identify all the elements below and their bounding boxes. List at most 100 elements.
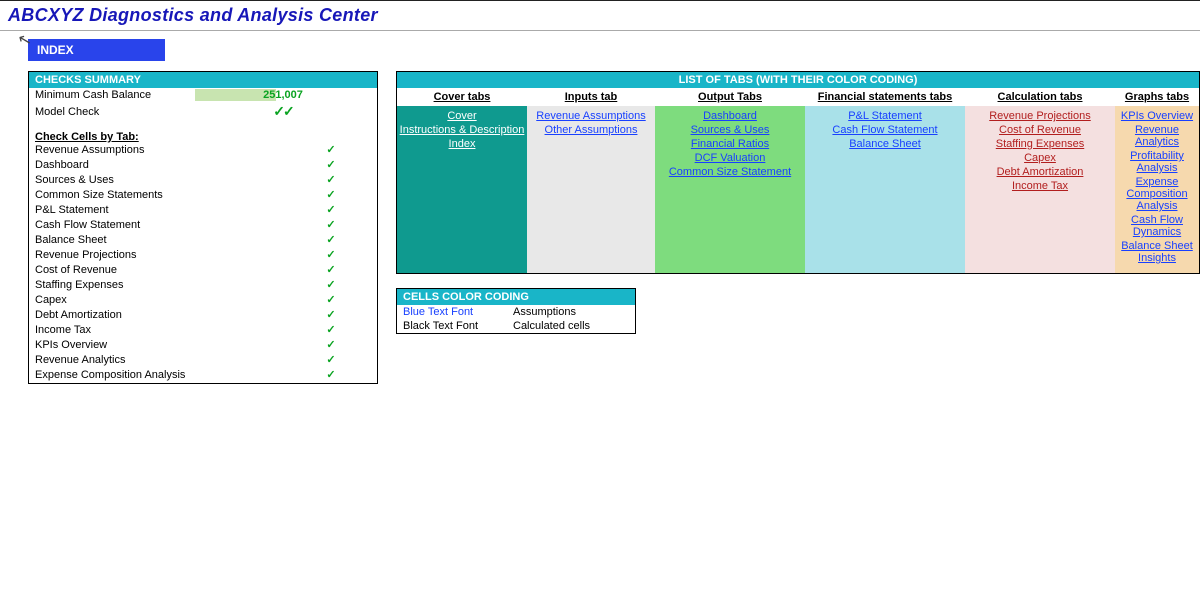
tabs-column-header: Output Tabs [655, 88, 805, 106]
check-ok-icon [291, 143, 371, 158]
tabs-column: CoverInstructions & DescriptionIndex [397, 106, 527, 273]
tab-link[interactable]: Balance Sheet Insights [1117, 239, 1197, 265]
check-row-label: Revenue Projections [35, 248, 291, 263]
color-coding-row: Black Text FontCalculated cells [397, 319, 635, 333]
tab-link[interactable]: Revenue Projections [967, 109, 1113, 123]
check-ok-icon [291, 218, 371, 233]
tab-link[interactable]: P&L Statement [807, 109, 963, 123]
check-row: Common Size Statements [29, 188, 377, 203]
check-ok-icon [291, 308, 371, 323]
check-row: Capex [29, 293, 377, 308]
check-row: Debt Amortization [29, 308, 377, 323]
check-row-label: P&L Statement [35, 203, 291, 218]
tab-link[interactable]: DCF Valuation [657, 151, 803, 165]
check-row: Revenue Assumptions [29, 143, 377, 158]
font-style-label: Black Text Font [403, 320, 513, 332]
tab-link[interactable]: Common Size Statement [657, 165, 803, 179]
check-ok-icon [291, 233, 371, 248]
tab-link[interactable]: Staffing Expenses [967, 137, 1113, 151]
tab-link[interactable]: Financial Ratios [657, 137, 803, 151]
font-style-meaning: Assumptions [513, 306, 576, 318]
check-cells-by-tab-heading: Check Cells by Tab: [29, 127, 377, 143]
check-row: Revenue Analytics [29, 353, 377, 368]
check-row-label: Revenue Assumptions [35, 143, 291, 158]
check-row: Revenue Projections [29, 248, 377, 263]
tabs-column: Revenue AssumptionsOther Assumptions [527, 106, 655, 273]
check-row-label: Staffing Expenses [35, 278, 291, 293]
tab-link[interactable]: Revenue Analytics [1117, 123, 1197, 149]
tabs-column-header: Cover tabs [397, 88, 527, 106]
tab-link[interactable]: Sources & Uses [657, 123, 803, 137]
tab-link[interactable]: Capex [967, 151, 1113, 165]
tab-link[interactable]: Income Tax [967, 179, 1113, 193]
check-row: Balance Sheet [29, 233, 377, 248]
tabs-column-header: Financial statements tabs [805, 88, 965, 106]
tabs-column-header: Inputs tab [527, 88, 655, 106]
check-ok-icon [291, 263, 371, 278]
check-ok-icon [291, 278, 371, 293]
tabs-column-header: Graphs tabs [1115, 88, 1199, 106]
check-row: Staffing Expenses [29, 278, 377, 293]
check-row-label: Capex [35, 293, 291, 308]
check-row-label: Dashboard [35, 158, 291, 173]
tabs-column: KPIs OverviewRevenue AnalyticsProfitabil… [1115, 106, 1199, 273]
tab-link[interactable]: Expense Composition Analysis [1117, 175, 1197, 213]
tab-link[interactable]: Index [399, 137, 525, 151]
tab-link[interactable]: KPIs Overview [1117, 109, 1197, 123]
page-title: ABCXYZ Diagnostics and Analysis Center [8, 5, 378, 25]
tabs-list-panel: LIST OF TABS (WITH THEIR COLOR CODING) C… [396, 71, 1200, 274]
min-cash-balance-value: 251,007 [195, 89, 371, 101]
tabs-column: P&L StatementCash Flow StatementBalance … [805, 106, 965, 273]
check-ok-icon [291, 353, 371, 368]
check-row: Expense Composition Analysis [29, 368, 377, 383]
check-row: Cost of Revenue [29, 263, 377, 278]
tab-link[interactable]: Cost of Revenue [967, 123, 1113, 137]
check-row-label: Balance Sheet [35, 233, 291, 248]
check-ok-icon [291, 368, 371, 383]
check-ok-icon [291, 248, 371, 263]
font-style-meaning: Calculated cells [513, 320, 590, 332]
tab-link[interactable]: Cash Flow Dynamics [1117, 213, 1197, 239]
model-check-label: Model Check [35, 106, 195, 118]
check-row: Cash Flow Statement [29, 218, 377, 233]
check-row-label: Sources & Uses [35, 173, 291, 188]
check-row-label: Cost of Revenue [35, 263, 291, 278]
check-row: Income Tax [29, 323, 377, 338]
tab-link[interactable]: Profitability Analysis [1117, 149, 1197, 175]
color-coding-row: Blue Text FontAssumptions [397, 305, 635, 319]
tab-link[interactable]: Cash Flow Statement [807, 123, 963, 137]
cells-color-coding-heading: CELLS COLOR CODING [397, 289, 635, 305]
check-ok-icon [291, 188, 371, 203]
tab-link[interactable]: Instructions & Description [399, 123, 525, 137]
index-section-header: INDEX [28, 39, 165, 61]
tab-link[interactable]: Balance Sheet [807, 137, 963, 151]
check-ok-icon [291, 173, 371, 188]
check-row-label: Income Tax [35, 323, 291, 338]
cells-color-coding-panel: CELLS COLOR CODING Blue Text FontAssumpt… [396, 288, 636, 334]
model-check-status-icon [195, 103, 371, 120]
font-style-label: Blue Text Font [403, 306, 513, 318]
check-row: Sources & Uses [29, 173, 377, 188]
check-row-label: Cash Flow Statement [35, 218, 291, 233]
check-row-label: Debt Amortization [35, 308, 291, 323]
tab-link[interactable]: Cover [399, 109, 525, 123]
tab-link[interactable]: Debt Amortization [967, 165, 1113, 179]
check-ok-icon [291, 203, 371, 218]
check-ok-icon [291, 293, 371, 308]
check-row: Dashboard [29, 158, 377, 173]
tabs-list-heading: LIST OF TABS (WITH THEIR COLOR CODING) [397, 72, 1199, 88]
tabs-column: Revenue ProjectionsCost of RevenueStaffi… [965, 106, 1115, 273]
check-row: KPIs Overview [29, 338, 377, 353]
tabs-column: DashboardSources & UsesFinancial RatiosD… [655, 106, 805, 273]
tab-link[interactable]: Revenue Assumptions [529, 109, 653, 123]
checks-summary-panel: CHECKS SUMMARY Minimum Cash Balance 251,… [28, 71, 378, 384]
check-ok-icon [291, 338, 371, 353]
check-row-label: Revenue Analytics [35, 353, 291, 368]
check-row-label: Expense Composition Analysis [35, 368, 291, 383]
tab-link[interactable]: Dashboard [657, 109, 803, 123]
check-row-label: KPIs Overview [35, 338, 291, 353]
tab-link[interactable]: Other Assumptions [529, 123, 653, 137]
min-cash-balance-label: Minimum Cash Balance [35, 89, 195, 101]
check-row-label: Common Size Statements [35, 188, 291, 203]
check-ok-icon [291, 158, 371, 173]
